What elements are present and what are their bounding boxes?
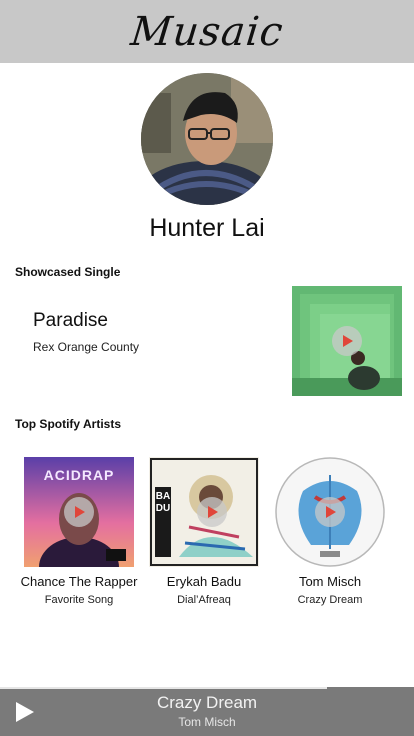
artist-card-chance-the-rapper[interactable]: ACIDRAP Chance The Rapper Favorite Song [19,457,139,606]
artist-name: Chance The Rapper [20,574,138,589]
play-icon[interactable] [64,497,94,527]
artist-card-erykah-badu[interactable]: BADU Erykah Badu Dial’Afreaq [144,457,264,606]
playback-progress-fill [0,687,328,689]
playback-progress-track[interactable] [0,687,414,689]
showcased-single-cover[interactable] [292,286,402,396]
artist-name: Erykah Badu [166,574,242,589]
now-playing-bar[interactable]: Crazy Dream Tom Misch [0,687,414,736]
album-cover-text: ACIDRAP [43,467,115,483]
now-playing-artist: Tom Misch [178,715,236,729]
artist-favorite-song: Favorite Song [44,594,114,606]
showcased-song-artist: Rex Orange County [33,340,140,354]
play-icon[interactable] [197,497,227,527]
top-artists-heading: Top Spotify Artists [15,417,121,431]
now-playing-title: Crazy Dream [156,693,258,712]
artist-favorite-song: Crazy Dream [297,594,363,606]
artist-name: Tom Misch [298,574,362,589]
artist-favorite-song: Dial’Afreaq [177,594,231,606]
artist-cover[interactable]: BADU [149,457,259,567]
artist-cover[interactable]: ACIDRAP [24,457,134,567]
profile-avatar[interactable] [141,73,273,205]
play-icon[interactable] [332,326,362,356]
avatar-image [141,73,273,205]
showcased-song-title: Paradise [33,310,108,331]
artist-cover[interactable] [275,457,385,567]
showcased-single-heading: Showcased Single [15,265,121,279]
app-logo: Musaic [128,8,286,55]
artist-card-tom-misch[interactable]: Tom Misch Crazy Dream [270,457,390,606]
profile-name: Hunter Lai [149,214,265,242]
app-header: Musaic [0,0,414,63]
play-icon[interactable] [315,497,345,527]
album-cover-text: BADU [155,491,171,514]
